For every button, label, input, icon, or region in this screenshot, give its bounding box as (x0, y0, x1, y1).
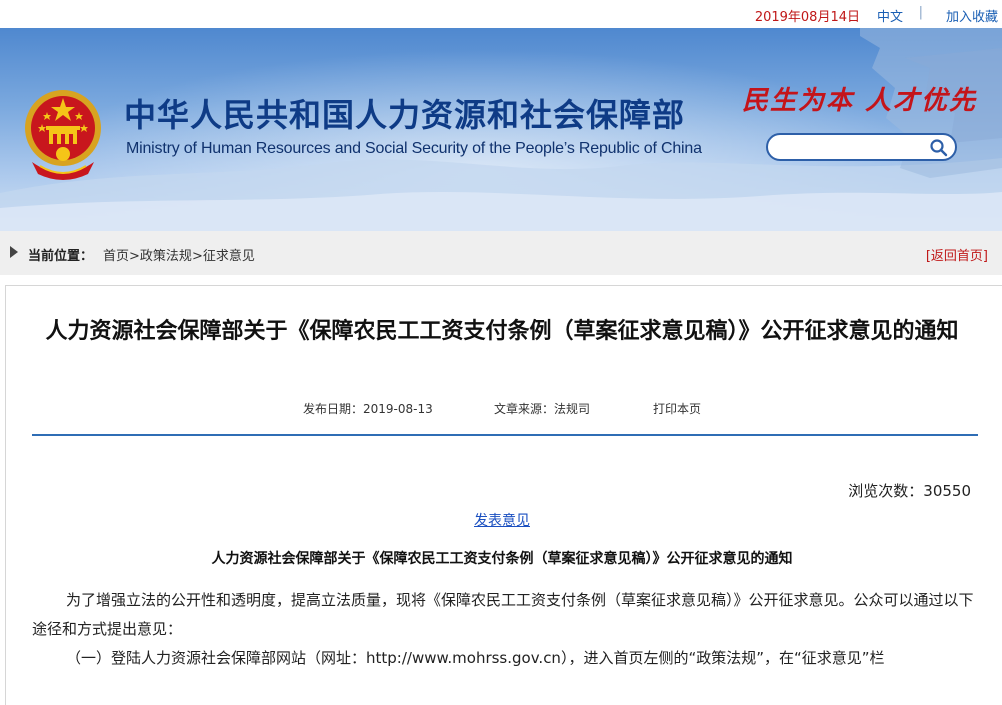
national-emblem-icon (25, 90, 101, 180)
breadcrumb-divider: > (191, 249, 203, 264)
language-link[interactable]: 中文 (877, 6, 903, 25)
ministry-title-en: Ministry of Human Resources and Social S… (126, 140, 702, 157)
current-date: 2019年08月14日 (754, 10, 860, 25)
site-search-box (766, 133, 957, 161)
breadcrumb-arrow-icon (10, 246, 18, 258)
article-paragraph: 为了增强立法的公开性和透明度，提高立法质量，现将《保障农民工工资支付条例（草案征… (32, 591, 974, 638)
search-input[interactable] (778, 138, 928, 156)
back-to-home-link[interactable]: [返回首页] (926, 245, 988, 264)
breadcrumb-policy[interactable]: 政策法规 (140, 249, 192, 264)
add-bookmark-link[interactable]: 加入收藏 (946, 6, 998, 25)
breadcrumb-label: 当前位置： (28, 249, 94, 264)
article-title: 人力资源社会保障部关于《保障农民工工资支付条例（草案征求意见稿）》公开征求意见的… (45, 319, 959, 344)
breadcrumb: 当前位置： 首页>政策法规>征求意见 [返回首页] (0, 231, 1002, 275)
publish-date: 发布日期：2019-08-13 (303, 402, 433, 416)
title-divider (32, 434, 978, 436)
article-paragraph: （一）登陆人力资源社会保障部网站（网址：http://www.mohrss.go… (66, 649, 885, 667)
ministry-title-cn: 中华人民共和国人力资源和社会保障部 (124, 96, 686, 134)
breadcrumb-path: 首页>政策法规>征求意见 (103, 245, 255, 264)
article-source: 文章来源：法规司 (494, 402, 591, 416)
breadcrumb-divider: > (129, 249, 140, 264)
ministry-slogan: 民生为本 人才优先 (742, 86, 978, 116)
topbar-separator: | (918, 5, 923, 20)
search-icon[interactable] (929, 138, 949, 158)
top-bar: 2019年08月14日 中文 | 加入收藏 (0, 0, 1002, 28)
article-panel: 人力资源社会保障部关于《保障农民工工资支付条例（草案征求意见稿）》公开征求意见的… (5, 285, 1002, 705)
breadcrumb-consultation[interactable]: 征求意见 (203, 249, 255, 264)
breadcrumb-home[interactable]: 首页 (103, 249, 129, 264)
print-page-link[interactable]: 打印本页 (653, 400, 701, 417)
notice-subtitle: 人力资源社会保障部关于《保障农民工工资支付条例（草案征求意见稿）》公开征求意见的… (211, 551, 793, 567)
submit-comment-link[interactable]: 发表意见 (6, 510, 998, 530)
site-banner: 中华人民共和国人力资源和社会保障部 Ministry of Human Reso… (0, 28, 1002, 231)
view-count: 浏览次数：30550 (848, 482, 971, 500)
